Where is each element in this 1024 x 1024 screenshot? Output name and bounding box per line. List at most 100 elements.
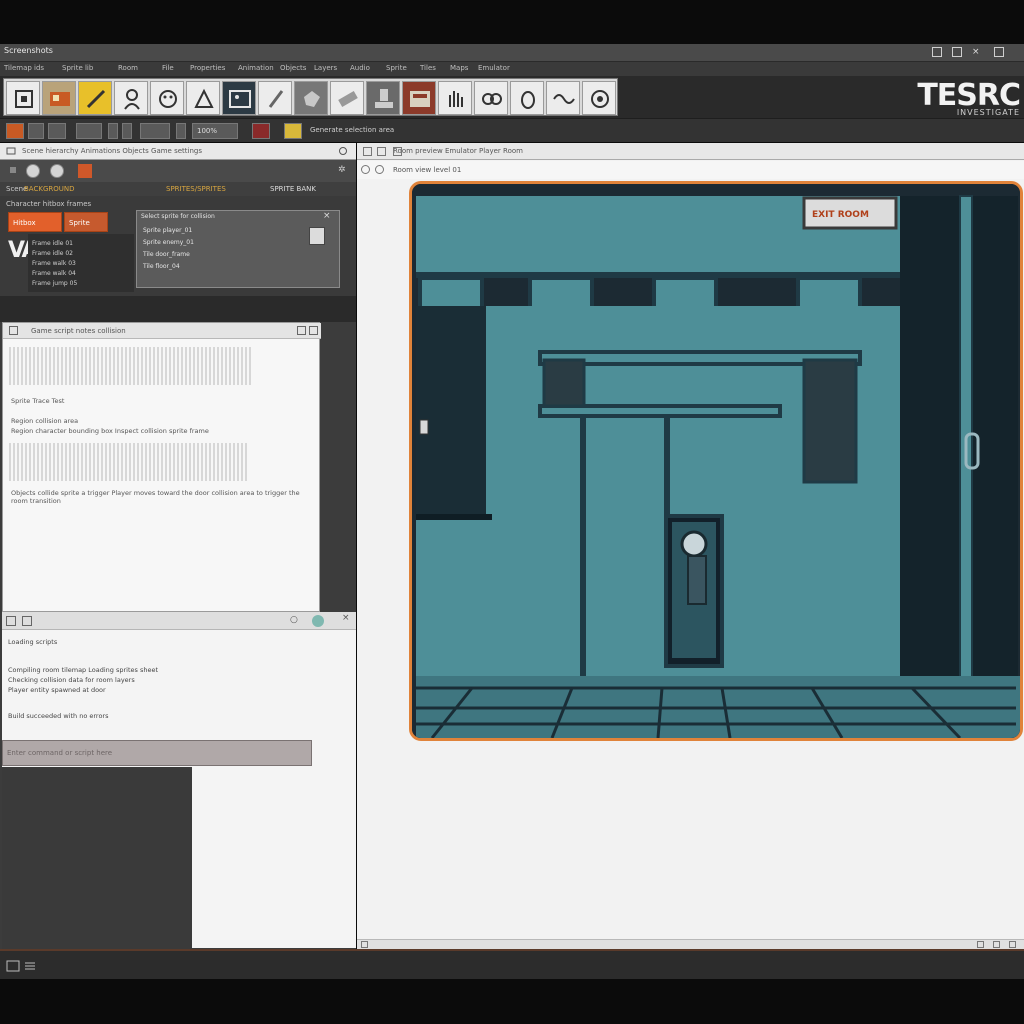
- settings-tool-icon[interactable]: [582, 81, 616, 115]
- popup-row[interactable]: Tile floor_04: [143, 263, 180, 270]
- game-viewport[interactable]: EXIT ROOM: [409, 181, 1023, 741]
- footer-icon[interactable]: [1009, 941, 1016, 948]
- list-item[interactable]: Frame idle 02: [32, 250, 73, 257]
- snap-button[interactable]: [108, 123, 118, 139]
- brush-tool-icon[interactable]: [258, 81, 292, 115]
- player-sprite[interactable]: [680, 530, 708, 558]
- menu-item[interactable]: Properties: [190, 64, 225, 72]
- pause-button[interactable]: [176, 123, 186, 139]
- popup-row[interactable]: Sprite player_01: [143, 227, 192, 234]
- eraser-tool-icon[interactable]: [330, 81, 364, 115]
- notes-pane: Game script notes collision Sprite Trace…: [2, 322, 321, 612]
- pin-icon[interactable]: [309, 326, 318, 335]
- undo-button[interactable]: [28, 123, 44, 139]
- list-item[interactable]: Frame walk 03: [32, 260, 76, 267]
- refresh-icon[interactable]: [377, 147, 386, 156]
- hitbox-panel: Character hitbox frames Hitbox Sprite VA…: [0, 196, 356, 296]
- pencil-tool-icon[interactable]: [78, 81, 112, 115]
- menu-item[interactable]: Emulator: [478, 64, 510, 72]
- preview-title: Room preview Emulator Player Room: [393, 147, 523, 155]
- stop-button[interactable]: [252, 123, 270, 139]
- menu-item[interactable]: Tilemap ids: [4, 64, 44, 72]
- list-item[interactable]: Frame walk 04: [32, 270, 76, 277]
- footer-icon[interactable]: [361, 941, 368, 948]
- popup-row[interactable]: Sprite enemy_01: [143, 239, 194, 246]
- play-button[interactable]: [140, 123, 170, 139]
- zoom-field[interactable]: 100%: [192, 123, 238, 139]
- file-icon[interactable]: [309, 227, 325, 245]
- sprite-bank-label[interactable]: SPRITE BANK: [270, 185, 316, 193]
- expand-icon[interactable]: [297, 326, 306, 335]
- preview-tab-bar: Room preview Emulator Player Room: [357, 143, 1024, 160]
- face-tool-icon[interactable]: [150, 81, 184, 115]
- bucket-tool-icon[interactable]: [294, 81, 328, 115]
- settings-icon[interactable]: [338, 146, 348, 156]
- menu-item[interactable]: Sprite lib: [62, 64, 93, 72]
- left-panel-tab-title[interactable]: Scene hierarchy Animations Objects Game …: [22, 147, 202, 155]
- command-input[interactable]: Enter command or script here: [2, 740, 312, 766]
- sprites-label[interactable]: SPRITES/SPRITES: [166, 185, 226, 193]
- popup-row[interactable]: Tile door_frame: [143, 251, 190, 258]
- menu-item[interactable]: Layers: [314, 64, 337, 72]
- pixel-tool-icon[interactable]: [6, 81, 40, 115]
- preview-icon[interactable]: [363, 147, 372, 156]
- menu-item[interactable]: Tiles: [420, 64, 436, 72]
- menu-item[interactable]: Animation: [238, 64, 274, 72]
- sprite-button[interactable]: Sprite: [64, 212, 108, 232]
- menu-item[interactable]: Objects: [280, 64, 306, 72]
- add-button[interactable]: [26, 164, 40, 178]
- console-gutter: [2, 767, 192, 966]
- link-tool-icon[interactable]: [474, 81, 508, 115]
- popup-close-icon[interactable]: ×: [323, 211, 331, 221]
- gear-icon[interactable]: ✲: [338, 165, 346, 175]
- run-button[interactable]: [284, 123, 302, 139]
- menu-item[interactable]: File: [162, 64, 174, 72]
- restore-button[interactable]: [994, 47, 1004, 57]
- map-tool-icon[interactable]: [402, 81, 436, 115]
- stamp-tool-icon[interactable]: [366, 81, 400, 115]
- redo-button[interactable]: [48, 123, 66, 139]
- panel-menu-icon[interactable]: [6, 146, 16, 156]
- preview-close-icon[interactable]: [393, 147, 402, 156]
- list-item[interactable]: Frame idle 01: [32, 240, 73, 247]
- save-icon[interactable]: [78, 164, 92, 178]
- terminal-icon[interactable]: [6, 960, 20, 972]
- list-item[interactable]: Frame jump 05: [32, 280, 77, 287]
- menu-item[interactable]: Maps: [450, 64, 468, 72]
- bug-tool-icon[interactable]: [510, 81, 544, 115]
- sprite-tool-icon[interactable]: [186, 81, 220, 115]
- back-icon[interactable]: [361, 165, 370, 174]
- console-icon[interactable]: [6, 616, 16, 626]
- menu-item[interactable]: Sprite: [386, 64, 407, 72]
- tileset-tool-icon[interactable]: [42, 81, 76, 115]
- room-preview-panel: Room preview Emulator Player Room Room v…: [357, 143, 1024, 949]
- layer-button[interactable]: [122, 123, 132, 139]
- hand-tool-icon[interactable]: [438, 81, 472, 115]
- image-tool-icon[interactable]: [222, 81, 256, 115]
- hitbox-button[interactable]: Hitbox: [8, 212, 62, 232]
- maximize-button[interactable]: [952, 47, 962, 57]
- collapse-icon[interactable]: [10, 167, 16, 173]
- switch-icon[interactable]: [419, 419, 429, 435]
- footer-icon[interactable]: [993, 941, 1000, 948]
- background-label[interactable]: BACKGROUND: [24, 185, 75, 193]
- footer-icon[interactable]: [977, 941, 984, 948]
- search-icon[interactable]: ○: [290, 615, 298, 625]
- menu-item[interactable]: Audio: [350, 64, 370, 72]
- record-button[interactable]: [6, 123, 24, 139]
- text-line: Objects collide sprite a trigger Player …: [11, 489, 300, 505]
- grid-button[interactable]: [76, 123, 102, 139]
- forward-icon[interactable]: [375, 165, 384, 174]
- character-tool-icon[interactable]: [114, 81, 148, 115]
- list-icon[interactable]: [24, 960, 36, 972]
- close-icon[interactable]: ×: [342, 613, 350, 623]
- text-line: Region character bounding box Inspect co…: [11, 427, 209, 435]
- minimize-button[interactable]: [932, 47, 942, 57]
- console-line: Compiling room tilemap Loading sprites s…: [8, 666, 159, 674]
- wave-tool-icon[interactable]: [546, 81, 580, 115]
- remove-button[interactable]: [50, 164, 64, 178]
- menu-item[interactable]: Room: [118, 64, 138, 72]
- close-button[interactable]: ×: [972, 47, 982, 57]
- filter-icon[interactable]: [22, 616, 32, 626]
- notes-icon[interactable]: [9, 326, 18, 335]
